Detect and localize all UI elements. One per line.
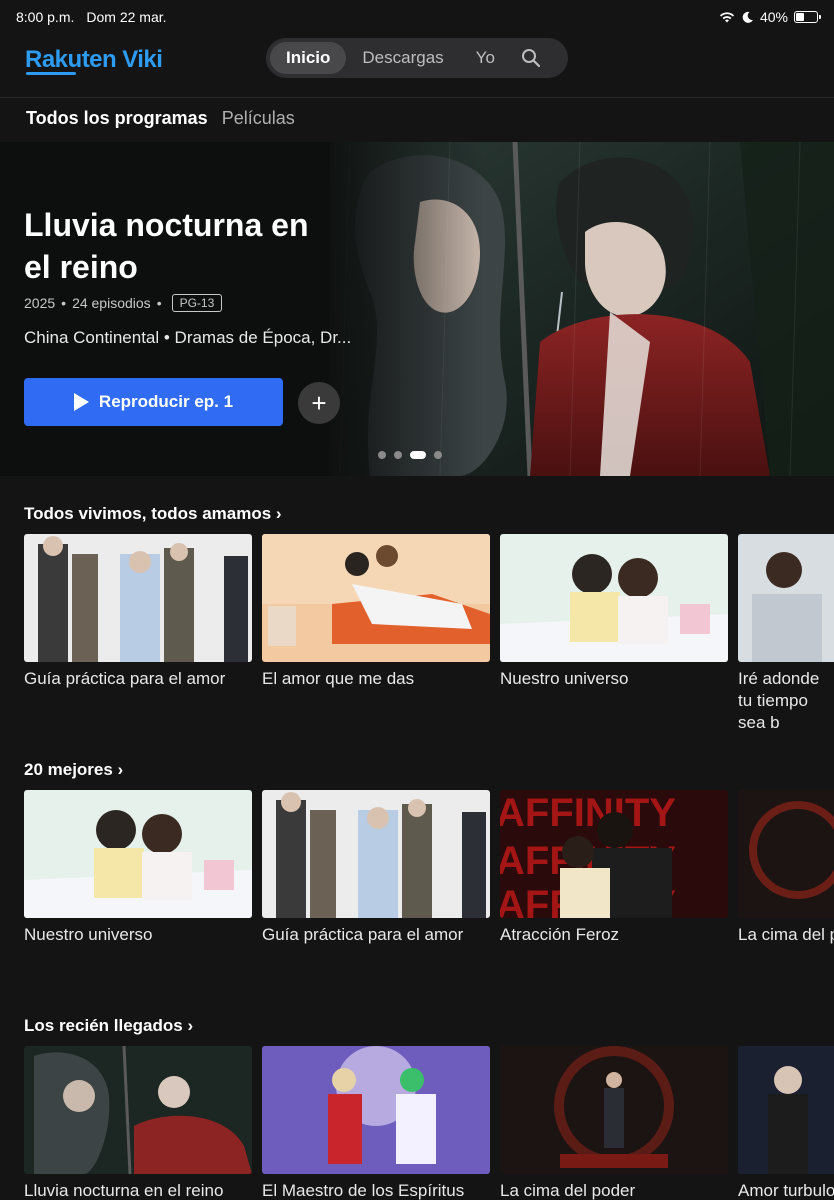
search-icon xyxy=(521,49,541,68)
show-thumbnail xyxy=(262,534,490,662)
logo-underline xyxy=(26,72,76,75)
main-nav-segmented: Inicio Descargas Yo xyxy=(266,38,568,78)
show-title: El Maestro de los Espíritus xyxy=(262,1181,465,1200)
nav-yo[interactable]: Yo xyxy=(460,42,511,74)
show-thumbnail xyxy=(262,1046,490,1174)
row-items: Guía práctica para el amor El amor que m… xyxy=(24,534,834,734)
rakuten-viki-logo[interactable]: Rakuten Viki xyxy=(25,46,163,74)
logo-viki-text: Viki xyxy=(122,46,163,73)
show-card[interactable]: Lluvia nocturna en el reino xyxy=(24,1046,252,1200)
show-card[interactable]: El Maestro de los Espíritus xyxy=(262,1046,490,1200)
nav-inicio[interactable]: Inicio xyxy=(270,42,347,74)
hero-year: 2025 xyxy=(24,295,56,311)
show-thumbnail xyxy=(262,790,490,918)
search-button[interactable] xyxy=(515,42,547,74)
show-thumbnail: AFFINITY AFFINITY AFFINITY xyxy=(500,790,728,918)
show-title: La cima del poder xyxy=(500,1181,636,1200)
row-title[interactable]: Los recién llegados › xyxy=(24,1016,193,1036)
show-card[interactable]: Guía práctica para el amor xyxy=(262,790,490,946)
play-episode-button[interactable]: Reproducir ep. 1 xyxy=(24,378,283,426)
play-label: Reproducir ep. 1 xyxy=(98,392,234,411)
show-title: Guía práctica para el amor xyxy=(24,669,226,688)
hero-title: Lluvia nocturna en el reino xyxy=(24,207,309,285)
status-time: 8:00 p.m. xyxy=(16,9,75,25)
show-thumbnail xyxy=(24,534,252,662)
show-card[interactable]: La cima del poder xyxy=(500,1046,728,1200)
battery-percent: 40% xyxy=(759,9,788,25)
carousel-dot[interactable] xyxy=(394,451,402,459)
battery-icon xyxy=(794,11,821,23)
show-title: Guía práctica para el amor xyxy=(262,925,464,944)
add-to-watchlist-button[interactable]: + xyxy=(298,382,340,424)
show-card[interactable]: Iré adonde tu tiempo sea b xyxy=(738,534,834,734)
show-title: Nuestro universo xyxy=(24,925,153,944)
show-title: Lluvia nocturna en el reino xyxy=(24,1181,224,1200)
poster-title-text: AFFINITY xyxy=(500,791,676,835)
row-items: Nuestro universo Guía práctica para el a… xyxy=(24,790,834,946)
show-thumbnail xyxy=(500,1046,728,1174)
show-card[interactable]: Amor turbulo xyxy=(738,1046,834,1200)
moon-icon xyxy=(742,11,753,23)
carousel-dot[interactable] xyxy=(378,451,386,459)
show-thumbnail xyxy=(738,1046,834,1174)
show-title: Amor turbulo xyxy=(738,1181,834,1200)
show-thumbnail xyxy=(24,790,252,918)
show-card[interactable]: AFFINITY AFFINITY AFFINITY Atracción Fer… xyxy=(500,790,728,946)
row-title[interactable]: 20 mejores › xyxy=(24,760,123,780)
show-card[interactable]: Guía práctica para el amor xyxy=(24,534,252,734)
show-title: Iré adonde tu tiempo sea b xyxy=(738,669,820,732)
hero-episodes: 24 episodios xyxy=(72,295,151,311)
meta-separator: • xyxy=(156,295,162,311)
logo-rakuten-text: Rakuten xyxy=(25,46,117,73)
show-card[interactable]: La cima del p xyxy=(738,790,834,946)
show-card[interactable]: El amor que me das xyxy=(262,534,490,734)
row-items: Lluvia nocturna en el reino El Maestro d… xyxy=(24,1046,834,1200)
show-thumbnail xyxy=(24,1046,252,1174)
row-title[interactable]: Todos vivimos, todos amamos › xyxy=(24,504,282,524)
nav-descargas[interactable]: Descargas xyxy=(346,42,459,74)
hero-meta: 2025 • 24 episodios • PG-13 xyxy=(24,294,223,312)
carousel-dot-active[interactable] xyxy=(410,451,426,459)
wifi-icon xyxy=(719,12,734,23)
show-thumbnail xyxy=(500,534,728,662)
show-title: Atracción Feroz xyxy=(500,925,620,944)
play-icon xyxy=(73,393,89,411)
rating-badge: PG-13 xyxy=(171,294,223,312)
category-tabs: Todos los programas Películas xyxy=(26,108,295,129)
hero-genres: China Continental • Dramas de Época, Dr.… xyxy=(24,328,352,347)
hero-banner[interactable]: Lluvia nocturna en el reino 2025 • 24 ep… xyxy=(0,142,834,476)
tab-peliculas[interactable]: Películas xyxy=(222,108,295,129)
status-bar: 8:00 p.m. Dom 22 mar. 40% xyxy=(0,0,834,34)
tab-todos-los-programas[interactable]: Todos los programas xyxy=(26,108,208,129)
plus-icon: + xyxy=(311,387,327,418)
carousel-dot[interactable] xyxy=(434,451,442,459)
carousel-dots xyxy=(378,451,442,459)
show-title: El amor que me das xyxy=(262,669,415,688)
show-title: La cima del p xyxy=(738,925,834,944)
show-card[interactable]: Nuestro universo xyxy=(500,534,728,734)
status-date: Dom 22 mar. xyxy=(86,9,167,25)
show-title: Nuestro universo xyxy=(500,669,629,688)
meta-separator: • xyxy=(61,295,67,311)
show-card[interactable]: Nuestro universo xyxy=(24,790,252,946)
top-nav: Rakuten Viki Inicio Descargas Yo xyxy=(0,34,834,98)
show-thumbnail xyxy=(738,534,834,662)
show-thumbnail xyxy=(738,790,834,918)
